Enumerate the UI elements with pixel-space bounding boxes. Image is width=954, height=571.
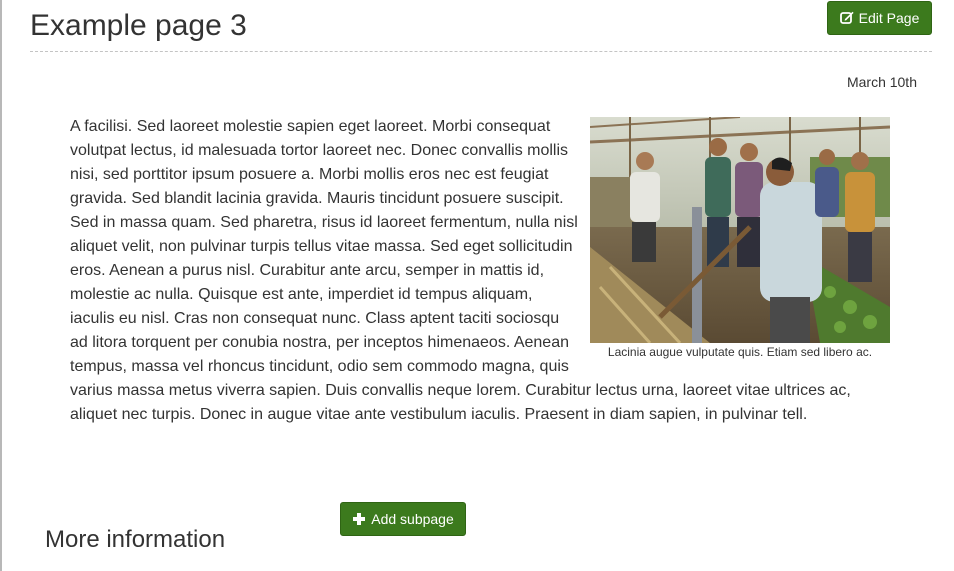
edit-page-label: Edit Page (858, 10, 920, 26)
page: Example page 3 Edit Page March 10th Laci… (0, 0, 954, 571)
more-information-heading: More information (45, 526, 226, 553)
edit-icon (839, 11, 854, 25)
article-photo (590, 117, 890, 343)
title-divider (30, 51, 932, 52)
article-figure: Lacinia augue vulputate quis. Etiam sed … (590, 117, 890, 359)
add-subpage-button[interactable]: Add subpage (340, 502, 466, 536)
page-date: March 10th (846, 74, 917, 90)
add-subpage-label: Add subpage (371, 511, 454, 527)
edit-page-button[interactable]: Edit Page (827, 1, 932, 35)
page-title: Example page 3 (30, 9, 247, 42)
image-caption: Lacinia augue vulputate quis. Etiam sed … (607, 345, 873, 359)
article-content: Lacinia augue vulputate quis. Etiam sed … (70, 115, 890, 427)
plus-icon (352, 512, 366, 526)
left-border (0, 0, 2, 571)
